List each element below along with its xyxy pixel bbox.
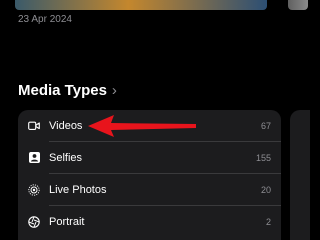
list-item-selfies[interactable]: Selfies 155 — [18, 142, 281, 173]
video-camera-icon — [28, 120, 40, 132]
list-item-count: 20 — [260, 184, 271, 195]
photo-date-label: 23 Apr 2024 — [18, 14, 72, 25]
list-item-portrait[interactable]: Portrait 2 — [18, 206, 281, 237]
list-item-live-photos[interactable]: Live Photos 20 — [18, 174, 281, 205]
list-item-count: 2 — [265, 216, 271, 227]
person-square-icon — [28, 152, 40, 164]
list-item-label: Live Photos — [49, 183, 107, 196]
list-item-count: 155 — [255, 152, 271, 163]
list-item-label: Videos — [49, 119, 83, 132]
next-photo-thumbnail[interactable] — [288, 0, 308, 10]
chevron-right-icon: › — [111, 82, 117, 99]
list-item-videos[interactable]: Videos 67 — [18, 110, 281, 141]
next-section-panel[interactable] — [290, 110, 310, 240]
live-photo-icon — [28, 183, 40, 196]
list-item-count: 67 — [260, 120, 271, 131]
recent-photo-thumbnail[interactable] — [15, 0, 267, 10]
recent-photos-strip — [0, 0, 308, 10]
list-item-label: Portrait — [49, 215, 85, 228]
section-title: Media Types — [18, 82, 107, 99]
media-types-header[interactable]: Media Types › — [18, 82, 117, 99]
media-types-list: Videos 67 Selfies 155 Live Photos 20 Por… — [18, 110, 281, 240]
list-item-label: Selfies — [49, 151, 83, 164]
aperture-icon — [28, 215, 40, 228]
